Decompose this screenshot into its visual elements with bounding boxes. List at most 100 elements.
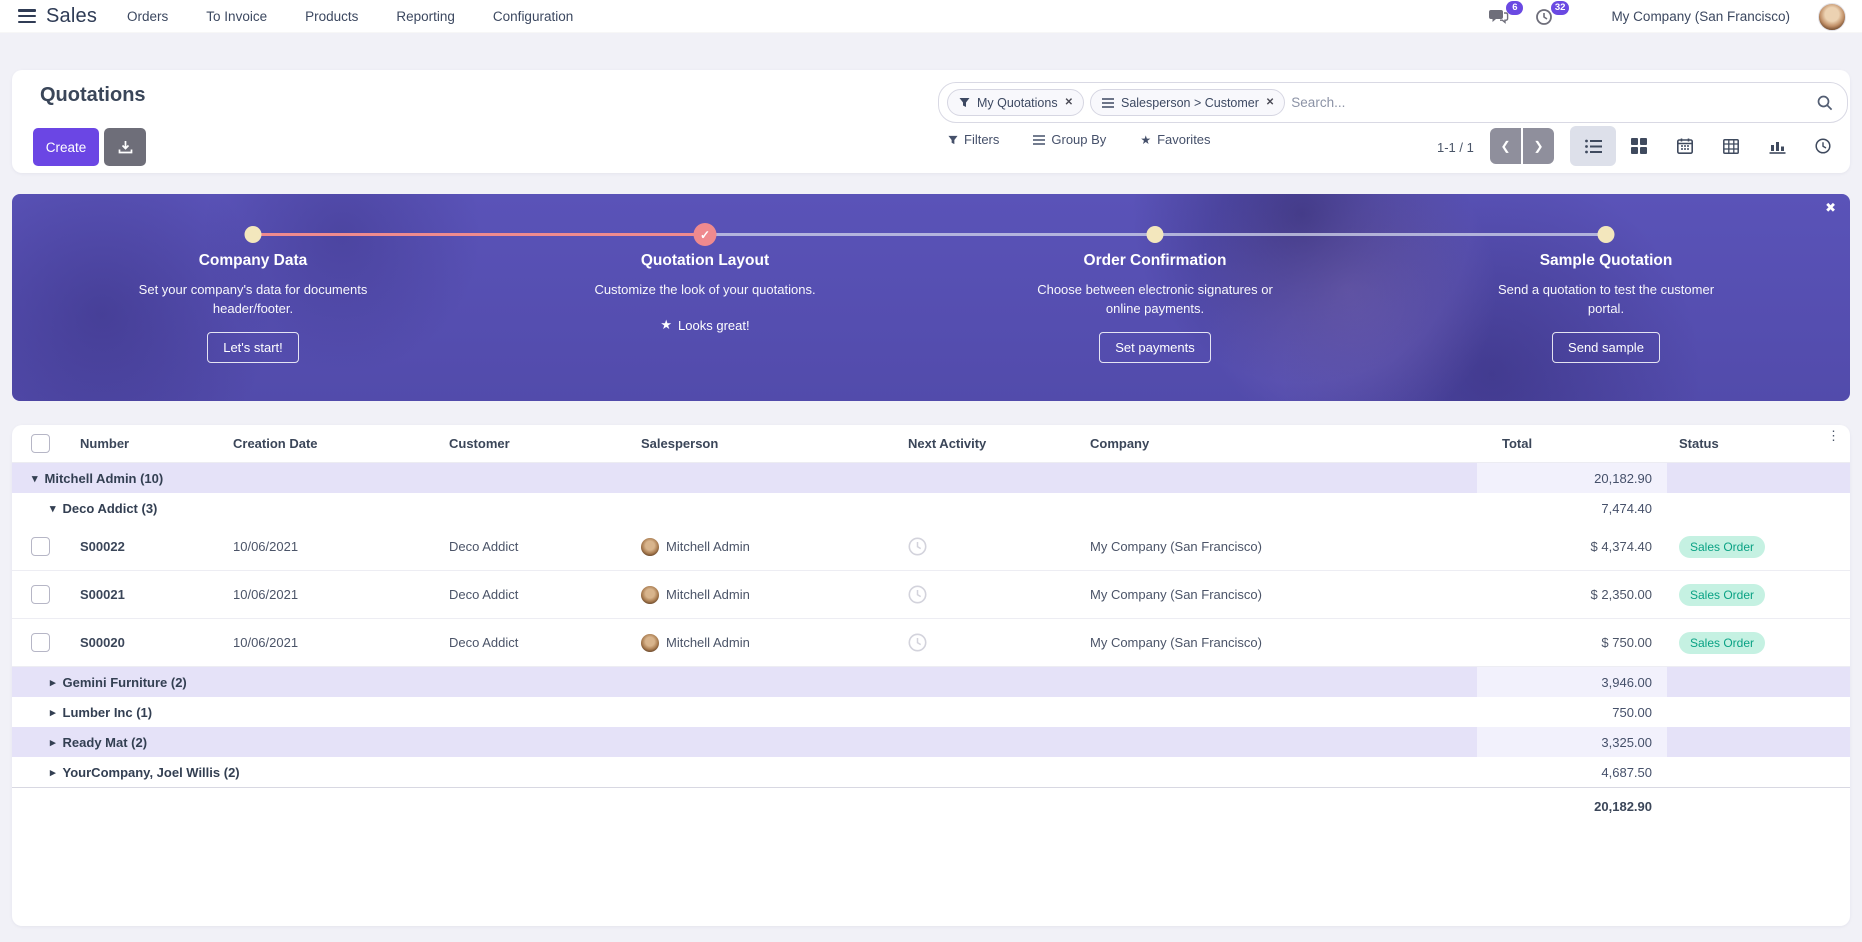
cell-company: My Company (San Francisco): [1090, 587, 1262, 602]
nav-item-to-invoice[interactable]: To Invoice: [206, 9, 267, 24]
cell-company: My Company (San Francisco): [1090, 635, 1262, 650]
banner-close-icon[interactable]: ✖: [1825, 200, 1836, 216]
export-button[interactable]: [104, 128, 146, 166]
column-header-status[interactable]: Status: [1668, 436, 1850, 451]
row-checkbox[interactable]: [30, 633, 50, 652]
graph-view-button[interactable]: [1754, 126, 1800, 166]
list-view-button[interactable]: [1570, 126, 1616, 166]
nav-menus: Orders To Invoice Products Reporting Con…: [127, 9, 573, 24]
messages-badge: 6: [1506, 0, 1524, 15]
caret-right-icon: ▸: [50, 736, 56, 749]
search-input[interactable]: [1291, 95, 1817, 110]
group-row-deco-addict[interactable]: ▾ Deco Addict (3) 7,474.40: [12, 493, 1850, 523]
group-label: Gemini Furniture (2): [62, 674, 187, 690]
download-icon: [118, 140, 133, 155]
caret-right-icon: ▸: [50, 706, 56, 719]
column-header-creation-date[interactable]: Creation Date: [221, 436, 437, 451]
cell-creation-date: 10/06/2021: [233, 635, 299, 650]
column-header-customer[interactable]: Customer: [437, 436, 629, 451]
activity-clock-icon[interactable]: [908, 537, 1078, 556]
pivot-view-button[interactable]: [1708, 126, 1754, 166]
cell-total: $ 750.00: [1601, 635, 1652, 650]
onboarding-banner: ✖ ✓ Company Data Set your company's data…: [12, 194, 1850, 401]
step-dot-quotation-layout: ✓: [693, 223, 717, 246]
select-all-checkbox[interactable]: [30, 434, 50, 453]
send-sample-button[interactable]: Send sample: [1552, 332, 1660, 363]
cell-creation-date: 10/06/2021: [233, 587, 299, 602]
caret-down-icon: ▾: [32, 472, 38, 485]
create-button[interactable]: Create: [33, 128, 99, 166]
column-header-total[interactable]: Total: [1470, 436, 1668, 451]
check-icon: ✓: [699, 227, 711, 242]
group-label: Lumber Inc (1): [62, 704, 153, 720]
activity-view-icon: [1815, 138, 1831, 154]
kanban-view-icon: [1631, 138, 1647, 154]
lets-start-button[interactable]: Let's start!: [207, 332, 299, 363]
record-row-s00021[interactable]: S00021 10/06/2021 Deco Addict Mitchell A…: [12, 571, 1850, 619]
filters-button[interactable]: Filters: [948, 132, 999, 147]
nav-item-configuration[interactable]: Configuration: [493, 9, 573, 24]
control-panel: Quotations Create My Quotations ✕ Salesp…: [12, 70, 1850, 173]
record-row-s00022[interactable]: S00022 10/06/2021 Deco Addict Mitchell A…: [12, 523, 1850, 571]
cell-customer: Deco Addict: [449, 539, 519, 554]
status-badge: Sales Order: [1679, 535, 1766, 558]
kanban-view-button[interactable]: [1616, 126, 1662, 166]
optional-columns-icon[interactable]: ⋮: [1827, 428, 1840, 444]
progress-track: [705, 233, 1155, 236]
cell-total: $ 2,350.00: [1590, 587, 1652, 602]
group-label: Mitchell Admin (10): [44, 470, 164, 486]
group-row-ready-mat[interactable]: ▸ Ready Mat (2) 3,325.00: [12, 727, 1850, 757]
table-header: Number Creation Date Customer Salesperso…: [12, 425, 1850, 463]
activity-view-button[interactable]: [1800, 126, 1846, 166]
group-row-lumber-inc[interactable]: ▸ Lumber Inc (1) 750.00: [12, 697, 1850, 727]
status-badge: Sales Order: [1679, 631, 1766, 654]
nav-item-products[interactable]: Products: [305, 9, 358, 24]
activity-clock-icon[interactable]: [908, 633, 1078, 652]
group-by-button[interactable]: Group By: [1033, 132, 1106, 147]
step-dot-company-data: [244, 226, 262, 243]
activity-clock-icon[interactable]: [908, 585, 1078, 604]
app-name[interactable]: Sales: [46, 5, 97, 28]
pager-previous-button[interactable]: ❮: [1490, 128, 1521, 164]
row-checkbox[interactable]: [30, 585, 50, 604]
column-header-company[interactable]: Company: [1078, 436, 1470, 451]
column-header-salesperson[interactable]: Salesperson: [629, 436, 896, 451]
pager-next-button[interactable]: ❯: [1523, 128, 1554, 164]
favorites-button[interactable]: ★ Favorites: [1140, 132, 1210, 147]
calendar-view-button[interactable]: [1662, 126, 1708, 166]
group-total: 4,687.50: [1601, 764, 1652, 780]
nav-item-orders[interactable]: Orders: [127, 9, 168, 24]
group-row-mitchell-admin[interactable]: ▾ Mitchell Admin (10) 20,182.90: [12, 463, 1850, 493]
facet-label: Salesperson > Customer: [1120, 95, 1259, 110]
search-icon[interactable]: [1817, 95, 1833, 111]
messages-icon[interactable]: 6: [1489, 0, 1524, 27]
onboarding-step-sample-quotation: Sample Quotation Send a quotation to tes…: [1441, 252, 1771, 363]
column-header-number[interactable]: Number: [68, 436, 221, 451]
facet-remove-icon[interactable]: ✕: [1065, 97, 1073, 108]
search-facet-groupby[interactable]: Salesperson > Customer ✕: [1089, 89, 1286, 116]
nav-item-reporting[interactable]: Reporting: [396, 9, 455, 24]
user-avatar[interactable]: [1818, 2, 1846, 31]
cell-customer: Deco Addict: [449, 587, 519, 602]
group-by-label: Group By: [1051, 132, 1107, 147]
group-total: 750.00: [1612, 704, 1652, 720]
company-switcher[interactable]: My Company (San Francisco): [1611, 9, 1790, 24]
row-checkbox[interactable]: [30, 537, 50, 556]
cell-total: $ 4,374.40: [1590, 539, 1652, 554]
group-row-gemini-furniture[interactable]: ▸ Gemini Furniture (2) 3,946.00: [12, 667, 1850, 697]
star-icon: ★: [660, 317, 673, 332]
record-row-s00020[interactable]: S00020 10/06/2021 Deco Addict Mitchell A…: [12, 619, 1850, 667]
step-description: Set your company's data for documents he…: [138, 282, 368, 316]
group-row-yourcompany-joel-willis[interactable]: ▸ YourCompany, Joel Willis (2) 4,687.50: [12, 757, 1850, 787]
activities-icon[interactable]: 32: [1535, 0, 1570, 27]
graph-view-icon: [1769, 141, 1785, 154]
facet-remove-icon[interactable]: ✕: [1266, 97, 1274, 108]
pivot-view-icon: [1723, 138, 1739, 154]
hamburger-menu-icon[interactable]: [18, 9, 36, 23]
search-facet-my-quotations[interactable]: My Quotations ✕: [947, 89, 1084, 116]
status-badge: Sales Order: [1679, 583, 1766, 606]
page-title: Quotations: [40, 84, 146, 106]
set-payments-button[interactable]: Set payments: [1099, 332, 1211, 363]
top-nav-bar: Sales Orders To Invoice Products Reporti…: [0, 0, 1862, 33]
column-header-next-activity[interactable]: Next Activity: [896, 436, 1078, 451]
